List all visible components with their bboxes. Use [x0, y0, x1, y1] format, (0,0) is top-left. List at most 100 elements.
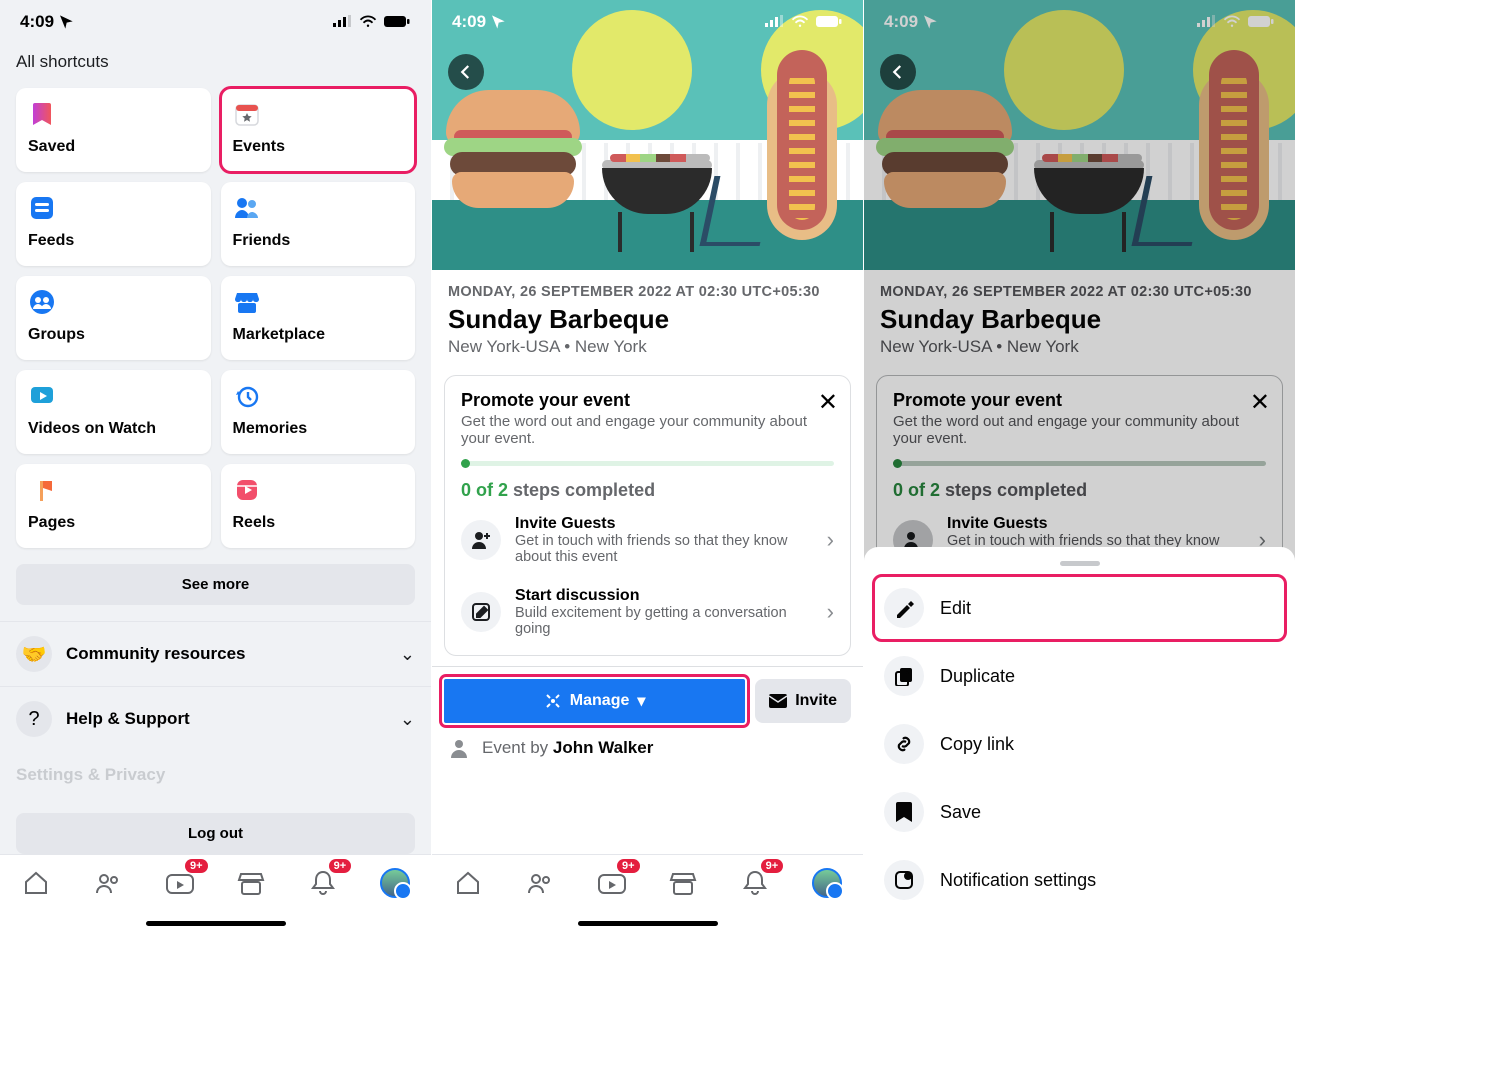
step-title: Start discussion — [515, 587, 813, 605]
progress-bar — [461, 461, 834, 466]
manage-button[interactable]: Manage ▾ — [444, 679, 745, 723]
tab-marketplace[interactable] — [231, 865, 271, 901]
back-button[interactable] — [448, 54, 484, 90]
step-invite-guests[interactable]: Invite GuestsGet in touch with friends s… — [461, 501, 834, 573]
battery-icon — [815, 15, 843, 29]
tab-friends[interactable] — [88, 865, 128, 901]
sheet-duplicate[interactable]: Duplicate — [864, 642, 1295, 710]
tab-notifications[interactable]: 9+ — [735, 865, 775, 901]
event-location: New York-USA • New York — [448, 337, 847, 357]
action-sheet: Edit Duplicate Copy link Save Notificati… — [864, 547, 1295, 934]
row-label: Help & Support — [66, 709, 386, 729]
screen-shortcuts: 4:09 All shortcuts Saved Events Feeds Fr… — [0, 0, 432, 934]
shortcut-marketplace[interactable]: Marketplace — [221, 276, 416, 360]
feeds-icon — [28, 194, 56, 222]
shortcut-pages[interactable]: Pages — [16, 464, 211, 548]
close-icon[interactable]: ✕ — [818, 388, 838, 417]
cellular-icon — [333, 15, 353, 29]
tab-watch[interactable]: 9+ — [592, 865, 632, 901]
shortcuts-grid: Saved Events Feeds Friends Groups Market… — [0, 88, 431, 548]
chevron-down-icon: ⌄ — [400, 709, 415, 730]
back-button[interactable] — [880, 54, 916, 90]
shortcut-label: Friends — [233, 232, 404, 250]
shortcut-groups[interactable]: Groups — [16, 276, 211, 360]
host-name: John Walker — [553, 738, 653, 757]
step-title: Invite Guests — [515, 515, 813, 533]
step-desc: Get in touch with friends so that they k… — [515, 533, 813, 565]
host-prefix: Event by — [482, 738, 553, 757]
tab-marketplace[interactable] — [663, 865, 703, 901]
cellular-icon — [765, 15, 785, 29]
see-more-button[interactable]: See more — [16, 564, 415, 605]
shortcut-feeds[interactable]: Feeds — [16, 182, 211, 266]
location-icon — [490, 14, 506, 30]
event-meta: MONDAY, 26 SEPTEMBER 2022 AT 02:30 UTC+0… — [432, 270, 863, 369]
sheet-label: Edit — [940, 598, 971, 619]
home-indicator — [146, 921, 286, 926]
notification-settings-icon — [884, 860, 924, 900]
pencil-icon — [884, 588, 924, 628]
event-cover: 4:09 — [432, 0, 863, 270]
saved-icon — [28, 100, 56, 128]
shortcut-reels[interactable]: Reels — [221, 464, 416, 548]
sheet-copy-link[interactable]: Copy link — [864, 710, 1295, 778]
tab-watch[interactable]: 9+ — [160, 865, 200, 901]
row-help-support[interactable]: ? Help & Support ⌄ — [0, 686, 431, 751]
memories-icon — [233, 382, 261, 410]
badge: 9+ — [761, 859, 784, 873]
promote-card: Promote your event Get the word out and … — [444, 375, 851, 656]
tab-home[interactable] — [448, 865, 488, 901]
invite-icon — [461, 520, 501, 560]
avatar-icon — [812, 868, 842, 898]
sheet-edit[interactable]: Edit — [872, 574, 1287, 642]
events-icon — [233, 100, 261, 128]
shortcut-videos[interactable]: Videos on Watch — [16, 370, 211, 454]
tab-notifications[interactable]: 9+ — [303, 865, 343, 901]
screen-event-detail: 4:09 MONDAY, 26 SEPTEMBER 2022 AT 02:30 … — [432, 0, 864, 934]
location-icon — [58, 14, 74, 30]
row-community-resources[interactable]: 🤝 Community resources ⌄ — [0, 621, 431, 686]
event-host: Event by John Walker — [432, 723, 863, 759]
row-settings-partial: Settings & Privacy — [0, 751, 431, 799]
tab-menu[interactable] — [375, 865, 415, 901]
manage-label: Manage — [570, 692, 630, 710]
chevron-right-icon: › — [827, 599, 834, 625]
tab-home[interactable] — [16, 865, 56, 901]
step-start-discussion[interactable]: Start discussionBuild excitement by gett… — [461, 573, 834, 645]
pages-icon — [28, 476, 56, 504]
shortcut-label: Feeds — [28, 232, 199, 250]
promote-desc: Get the word out and engage your communi… — [461, 413, 834, 447]
sheet-notification-settings[interactable]: Notification settings — [864, 846, 1295, 914]
sheet-handle[interactable] — [1060, 561, 1100, 566]
shortcut-events[interactable]: Events — [221, 88, 416, 172]
help-icon: ? — [16, 701, 52, 737]
handshake-icon: 🤝 — [16, 636, 52, 672]
shortcut-label: Memories — [233, 420, 404, 438]
person-icon — [448, 737, 470, 759]
button-row: Manage ▾ Invite — [432, 666, 863, 723]
wifi-icon — [359, 15, 377, 29]
sheet-save[interactable]: Save — [864, 778, 1295, 846]
battery-icon — [383, 15, 411, 29]
shortcut-memories[interactable]: Memories — [221, 370, 416, 454]
shortcuts-header: All shortcuts — [0, 44, 431, 88]
tab-friends[interactable] — [520, 865, 560, 901]
duplicate-icon — [884, 656, 924, 696]
row-label: Community resources — [66, 644, 386, 664]
groups-icon — [28, 288, 56, 316]
invite-button[interactable]: Invite — [755, 679, 851, 723]
logout-button[interactable]: Log out — [16, 813, 415, 854]
shortcut-friends[interactable]: Friends — [221, 182, 416, 266]
caret-down-icon: ▾ — [637, 691, 645, 711]
badge: 9+ — [329, 859, 352, 873]
promote-title: Promote your event — [461, 390, 834, 411]
shortcut-saved[interactable]: Saved — [16, 88, 211, 172]
event-title: Sunday Barbeque — [448, 304, 847, 335]
tab-menu[interactable] — [807, 865, 847, 901]
shortcut-label: Reels — [233, 514, 404, 532]
status-bar: 4:09 — [0, 0, 431, 44]
badge: 9+ — [185, 859, 208, 873]
wifi-icon — [791, 15, 809, 29]
manage-icon — [544, 692, 562, 710]
shortcut-label: Marketplace — [233, 326, 404, 344]
